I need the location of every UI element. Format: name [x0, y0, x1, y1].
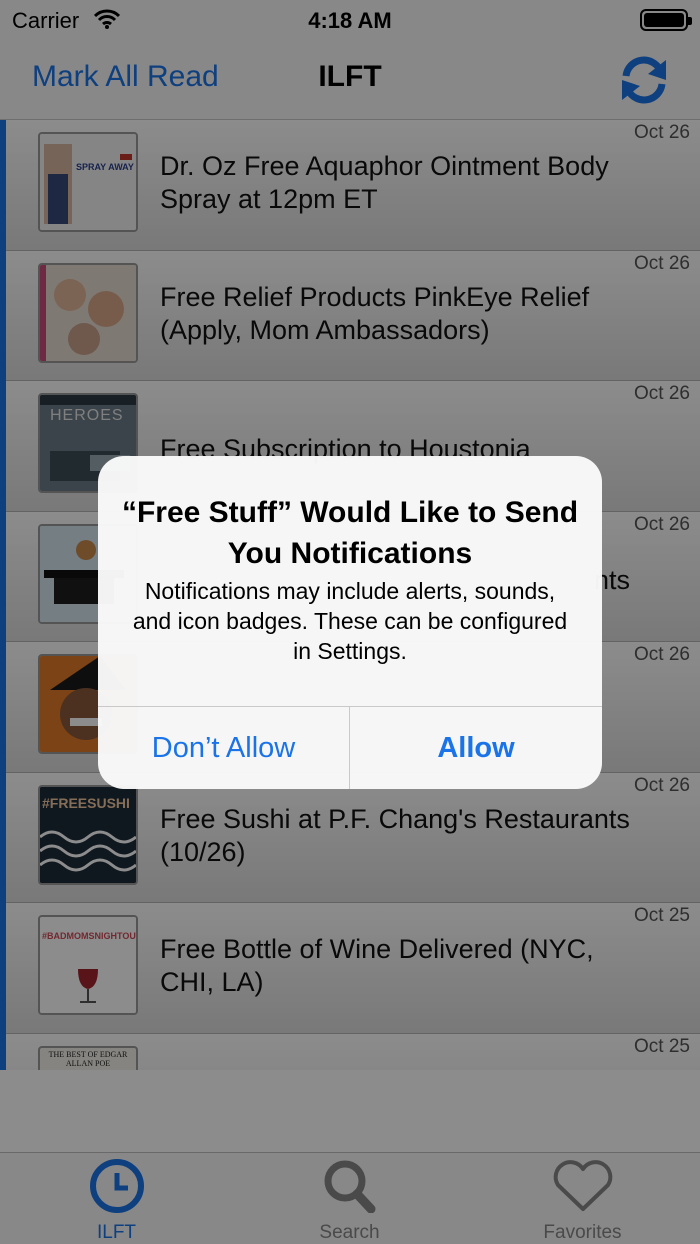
- alert-title: “Free Stuff” Would Like to Send You Noti…: [121, 496, 579, 570]
- alert-actions: Don’t Allow Allow: [98, 706, 602, 789]
- alert-message: Notifications may include alerts, sounds…: [132, 578, 568, 664]
- notification-permission-alert: “Free Stuff” Would Like to Send You Noti…: [98, 456, 602, 789]
- allow-button[interactable]: Allow: [350, 707, 602, 789]
- dont-allow-button[interactable]: Don’t Allow: [98, 707, 350, 789]
